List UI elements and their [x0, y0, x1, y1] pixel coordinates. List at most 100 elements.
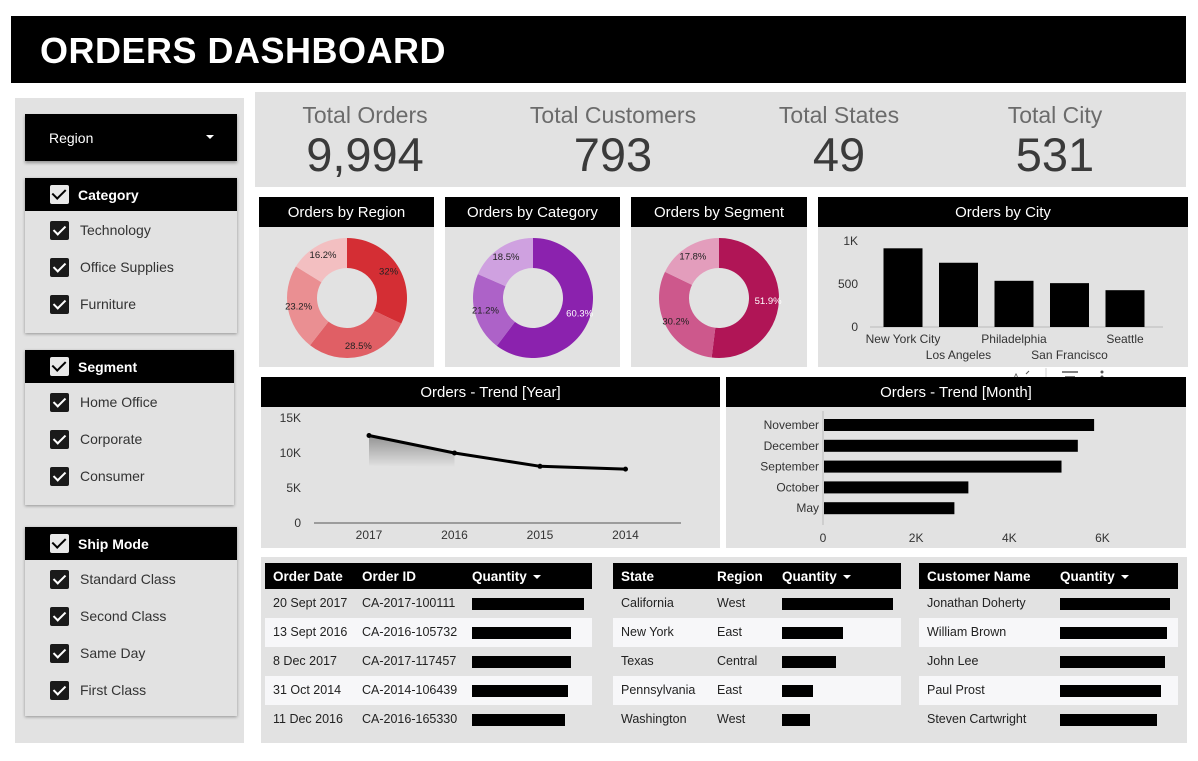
category-option-technology[interactable]: Technology — [25, 213, 237, 249]
trend-point[interactable] — [537, 463, 543, 469]
ship-mode-option-second-class[interactable]: Second Class — [25, 599, 237, 635]
ship-mode-option-same-day[interactable]: Same Day — [25, 636, 237, 672]
ship-mode-filter: Ship Mode Standard Class Second Class Sa… — [25, 527, 237, 716]
segment-option-corporate[interactable]: Corporate — [25, 422, 234, 458]
axis-tick-label: 5K — [286, 481, 301, 495]
orders-by-category-panel: Orders by Category 60.3% 21.2% 18.5% — [445, 197, 620, 367]
city-bar[interactable] — [1050, 283, 1089, 327]
orders-by-city-chart[interactable]: 1K 500 0 New York City Los Angeles Philadelph… — [818, 227, 1188, 367]
checkbox-checked-icon[interactable] — [50, 644, 69, 663]
column-header[interactable]: Customer Name — [927, 569, 1031, 584]
kpi-label: Total City — [1007, 102, 1103, 128]
quantity-sort-header[interactable]: Quantity — [472, 569, 541, 584]
option-label: Home Office — [80, 394, 158, 410]
option-label: Second Class — [80, 608, 167, 624]
chart-title: Orders by City — [818, 197, 1188, 227]
checkbox-checked-icon[interactable] — [50, 258, 69, 277]
kpi-value: 9,994 — [306, 128, 424, 181]
category-option-office-supplies[interactable]: Office Supplies — [25, 250, 237, 286]
quantity-bar — [782, 685, 814, 697]
city-bar[interactable] — [1105, 290, 1145, 327]
select-all-checkbox[interactable] — [50, 534, 69, 553]
checkbox-checked-icon[interactable] — [50, 221, 69, 240]
table-row[interactable]: Steven Cartwright — [919, 705, 1178, 734]
trend-point[interactable] — [623, 466, 628, 472]
category-label: New York City — [866, 332, 941, 346]
trend-point[interactable] — [366, 433, 372, 438]
slice-label: 28.5% — [345, 341, 372, 352]
column-header[interactable]: State — [621, 569, 654, 584]
select-all-checkbox[interactable] — [50, 185, 69, 204]
table-row[interactable]: 8 Dec 2017 CA-2017-117457 — [265, 647, 592, 676]
segment-option-consumer[interactable]: Consumer — [25, 459, 234, 495]
orders-by-city-panel: Orders by City 1K 500 0 New York City Los An… — [818, 197, 1188, 367]
checkbox-checked-icon[interactable] — [50, 393, 69, 412]
customers-table: Customer Name Quantity Jonathan Doherty W… — [919, 563, 1178, 737]
table-row[interactable]: Paul Prost — [919, 676, 1178, 705]
orders-by-region-donut[interactable]: 32% 28.5% 23.2% 16.2% — [259, 227, 434, 367]
city-bar[interactable] — [994, 280, 1034, 327]
ship-mode-option-standard-class[interactable]: Standard Class — [25, 562, 237, 598]
sort-desc-icon — [842, 575, 851, 579]
quantity-sort-header[interactable]: Quantity — [1060, 569, 1129, 584]
table-row[interactable]: 11 Dec 2016 CA-2016-165330 — [265, 705, 592, 734]
category-filter-header[interactable]: Category — [25, 178, 237, 211]
trend-point[interactable] — [452, 450, 457, 456]
quantity-bar — [1060, 598, 1170, 610]
city-bar[interactable] — [939, 262, 978, 327]
column-header[interactable]: Region — [717, 569, 763, 584]
column-header[interactable]: Order ID — [362, 569, 416, 584]
checkbox-checked-icon[interactable] — [50, 681, 69, 700]
ship-mode-filter-header[interactable]: Ship Mode — [25, 527, 237, 560]
region-dropdown[interactable]: Region — [25, 114, 237, 161]
ship-mode-option-first-class[interactable]: First Class — [25, 673, 237, 709]
checkbox-checked-icon[interactable] — [50, 607, 69, 626]
table-cell: CA-2016-165330 — [362, 712, 458, 726]
month-bar[interactable] — [824, 419, 1095, 431]
city-bar[interactable] — [883, 248, 923, 327]
category-label: September — [760, 460, 819, 474]
region-dropdown-label: Region — [49, 130, 94, 146]
donut-slice[interactable] — [347, 238, 407, 324]
checkbox-checked-icon[interactable] — [50, 295, 69, 314]
table-row[interactable]: 20 Sept 2017 CA-2017-100111 — [265, 589, 592, 618]
table-row[interactable]: Washington West — [613, 705, 901, 734]
quantity-sort-header[interactable]: Quantity — [782, 569, 851, 584]
segment-filter-header[interactable]: Segment — [25, 350, 234, 383]
category-label: Seattle — [1106, 332, 1144, 346]
table-row[interactable]: California West — [613, 589, 901, 618]
orders-trend-year-chart[interactable]: 15K 10K 5K 0 2017 2016 2015 2014 — [261, 407, 720, 548]
month-bar[interactable] — [824, 439, 1078, 452]
table-row[interactable]: New York East — [613, 618, 901, 647]
sort-desc-icon — [532, 575, 541, 579]
category-label: November — [764, 418, 819, 432]
axis-tick-label: 2K — [909, 531, 924, 545]
table-row[interactable]: Texas Central — [613, 647, 901, 676]
table-row[interactable]: John Lee — [919, 647, 1178, 676]
table-row[interactable]: Jonathan Doherty — [919, 589, 1178, 618]
table-row[interactable]: 13 Sept 2016 CA-2016-105732 — [265, 618, 592, 647]
month-bar[interactable] — [824, 481, 969, 494]
orders-trend-month-chart[interactable]: November December September October May 0 2K 4K… — [726, 407, 1186, 548]
table-cell: Washington — [621, 712, 687, 726]
table-cell: Central — [717, 654, 758, 668]
category-option-furniture[interactable]: Furniture — [25, 287, 237, 323]
month-bar[interactable] — [824, 460, 1062, 473]
slice-label: 32% — [379, 267, 399, 278]
quantity-bar — [782, 627, 844, 639]
checkbox-checked-icon[interactable] — [50, 467, 69, 486]
column-header[interactable]: Order Date — [273, 569, 343, 584]
table-row[interactable]: William Brown — [919, 618, 1178, 647]
orders-by-segment-donut[interactable]: 51.9% 30.2% 17.8% — [631, 227, 807, 367]
table-row[interactable]: 31 Oct 2014 CA-2014-106439 — [265, 676, 592, 705]
select-all-checkbox[interactable] — [50, 357, 69, 376]
segment-option-home-office[interactable]: Home Office — [25, 385, 234, 421]
checkbox-checked-icon[interactable] — [50, 570, 69, 589]
table-cell: Jonathan Doherty — [927, 596, 1026, 610]
orders-by-category-donut[interactable]: 60.3% 21.2% 18.5% — [445, 227, 620, 367]
month-bar[interactable] — [824, 502, 955, 515]
checkbox-checked-icon[interactable] — [50, 430, 69, 449]
donut-slice[interactable] — [659, 271, 716, 358]
quantity-bar — [472, 714, 565, 726]
table-row[interactable]: Pennsylvania East — [613, 676, 901, 705]
